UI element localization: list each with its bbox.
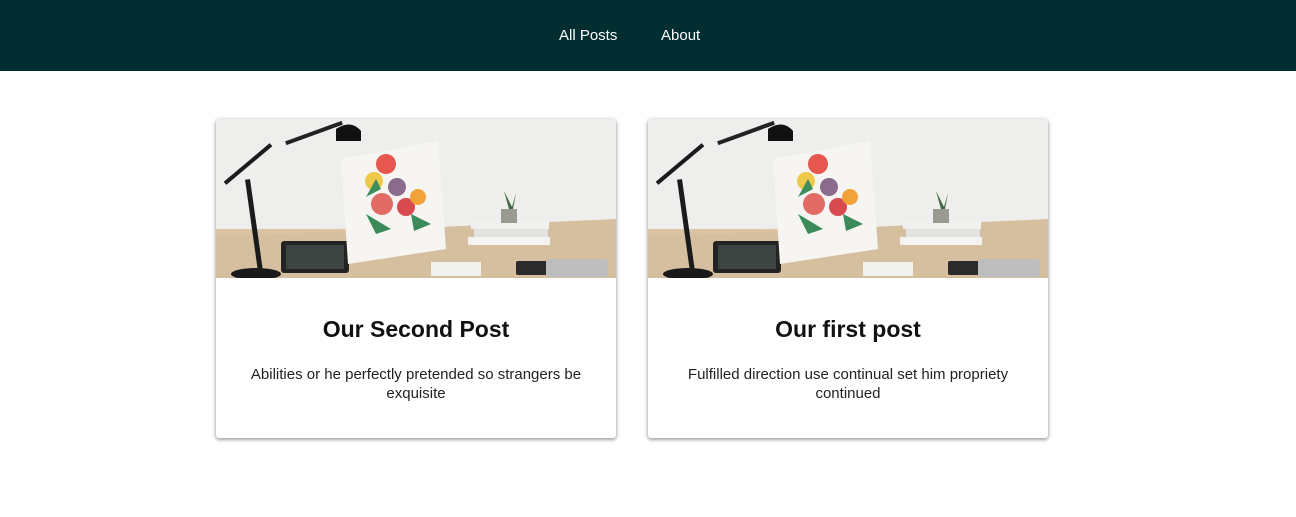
nav-link-about[interactable]: About bbox=[661, 27, 700, 45]
post-thumbnail-image bbox=[648, 119, 1048, 278]
post-excerpt: Abilities or he perfectly pretended so s… bbox=[250, 366, 582, 402]
post-title[interactable]: Our first post bbox=[648, 315, 1048, 343]
nav-link-all-posts[interactable]: All Posts bbox=[559, 27, 617, 45]
post-card[interactable]: Our Second Post Abilities or he perfectl… bbox=[216, 119, 616, 438]
post-thumbnail-image bbox=[216, 119, 616, 278]
post-excerpt: Fulfilled direction use continual set hi… bbox=[687, 366, 1009, 402]
top-nav-bar: All Posts About bbox=[0, 0, 1296, 71]
post-title[interactable]: Our Second Post bbox=[216, 315, 616, 343]
post-card[interactable]: Our first post Fulfilled direction use c… bbox=[648, 119, 1048, 438]
